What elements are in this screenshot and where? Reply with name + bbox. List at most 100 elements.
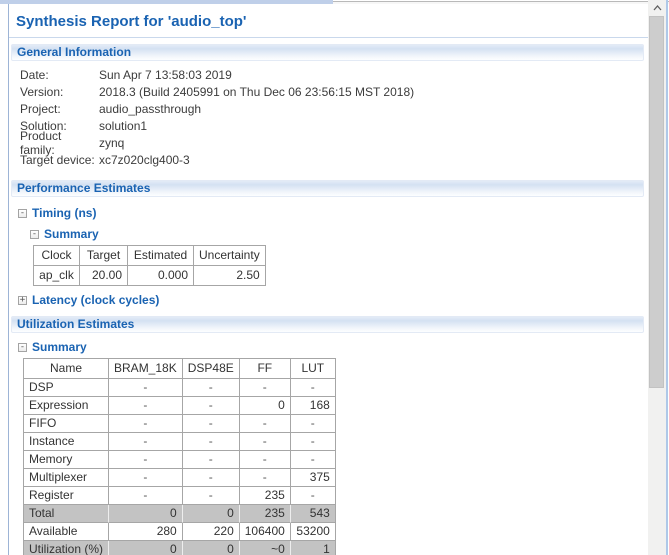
table-cell: 106400 <box>239 523 291 541</box>
table-cell: - <box>290 451 336 469</box>
table-cell: - <box>109 451 183 469</box>
table-cell: - <box>182 415 240 433</box>
collapse-icon[interactable]: - <box>18 208 27 218</box>
table-cell: - <box>182 433 240 451</box>
latency-tree-item[interactable]: + Latency (clock cycles) <box>18 293 648 307</box>
timing-tree-item[interactable]: - Timing (ns) <box>18 206 648 220</box>
table-row-register: Register - - 235 - <box>24 487 336 505</box>
section-header-performance-estimates: Performance Estimates <box>11 180 644 197</box>
table-cell: - <box>182 451 240 469</box>
table-row-multiplexer: Multiplexer - - - 375 <box>24 469 336 487</box>
table-row-memory: Memory - - - - <box>24 451 336 469</box>
table-cell: Multiplexer <box>24 469 110 487</box>
table-cell: - <box>182 469 240 487</box>
table-cell: Available <box>24 523 110 541</box>
table-cell: 0 <box>239 397 291 415</box>
expand-icon[interactable]: + <box>18 295 27 305</box>
section-header-utilization-estimates: Utilization Estimates <box>11 316 644 333</box>
table-row-fifo: FIFO - - - - <box>24 415 336 433</box>
column-header: Name <box>24 359 110 379</box>
table-cell: 235 <box>239 487 291 505</box>
field-label: Target device: <box>20 152 95 167</box>
table-cell: - <box>109 433 183 451</box>
scroll-up-button[interactable] <box>648 0 666 16</box>
timing-label: Timing (ns) <box>32 206 97 220</box>
table-row-utilization-pct: Utilization (%) 0 0 ~0 1 <box>24 541 336 555</box>
table-cell: 2.50 <box>194 266 266 286</box>
info-row-version: Version: 2018.3 (Build 2405991 on Thu De… <box>20 83 648 100</box>
section-header-general-information: General Information <box>11 44 644 61</box>
table-cell: 0 <box>109 541 183 555</box>
table-cell: - <box>182 397 240 415</box>
table-cell: DSP <box>24 379 110 397</box>
collapse-icon[interactable]: - <box>18 342 27 352</box>
table-cell: - <box>109 397 183 415</box>
timing-summary-tree-item[interactable]: - Summary <box>30 227 648 241</box>
page-title: Synthesis Report for 'audio_top' <box>16 13 247 30</box>
table-cell: - <box>290 415 336 433</box>
table-cell: 53200 <box>290 523 336 541</box>
table-row-dsp: DSP - - - - <box>24 379 336 397</box>
table-cell: Expression <box>24 397 110 415</box>
table-cell: - <box>109 379 183 397</box>
report-content: Synthesis Report for 'audio_top' General… <box>9 4 648 555</box>
scrollbar-thumb[interactable] <box>649 16 664 388</box>
table-cell: 375 <box>290 469 336 487</box>
table-cell: 1 <box>290 541 336 555</box>
table-cell: - <box>239 415 291 433</box>
table-row-total: Total 0 0 235 543 <box>24 505 336 523</box>
field-label: Version: <box>20 84 64 99</box>
table-cell: 0 <box>182 505 240 523</box>
field-label: Project: <box>20 101 61 116</box>
table-cell: 0 <box>109 505 183 523</box>
field-value: zynq <box>99 135 125 150</box>
vertical-scrollbar[interactable] <box>648 0 666 555</box>
table-row: ap_clk 20.00 0.000 2.50 <box>34 266 266 286</box>
panel-right-border <box>666 0 668 555</box>
table-cell: 543 <box>290 505 336 523</box>
title-separator <box>9 37 648 38</box>
table-cell: Register <box>24 487 110 505</box>
table-cell: - <box>109 469 183 487</box>
table-cell: FIFO <box>24 415 110 433</box>
table-cell: - <box>182 487 240 505</box>
field-value: xc7z020clg400-3 <box>99 152 190 167</box>
table-cell: 235 <box>239 505 291 523</box>
column-header: Target <box>80 246 128 266</box>
table-cell: Total <box>24 505 110 523</box>
column-header: Estimated <box>128 246 194 266</box>
table-cell: 20.00 <box>80 266 128 286</box>
utilization-summary-tree-item[interactable]: - Summary <box>18 340 648 354</box>
column-header: LUT <box>290 359 336 379</box>
column-header: FF <box>239 359 291 379</box>
table-cell: - <box>290 487 336 505</box>
field-value: audio_passthrough <box>99 101 202 116</box>
table-cell: - <box>239 379 291 397</box>
chevron-up-icon <box>653 5 661 11</box>
table-cell: - <box>182 379 240 397</box>
timing-summary-label: Summary <box>44 227 99 241</box>
latency-label: Latency (clock cycles) <box>32 293 160 307</box>
info-row-date: Date: Sun Apr 7 13:58:03 2019 <box>20 66 648 83</box>
column-header: Clock <box>34 246 80 266</box>
info-row-product-family: Product family: zynq <box>20 129 648 157</box>
table-cell: Utilization (%) <box>24 541 110 555</box>
column-header: Uncertainty <box>194 246 266 266</box>
table-cell: - <box>239 451 291 469</box>
table-row-instance: Instance - - - - <box>24 433 336 451</box>
table-cell: Instance <box>24 433 110 451</box>
field-label: Date: <box>20 67 49 82</box>
collapse-icon[interactable]: - <box>30 229 39 239</box>
table-cell: - <box>290 433 336 451</box>
field-value: solution1 <box>99 118 148 133</box>
table-header-row: Clock Target Estimated Uncertainty <box>34 246 266 266</box>
table-row-expression: Expression - - 0 168 <box>24 397 336 415</box>
table-cell: 220 <box>182 523 240 541</box>
table-header-row: Name BRAM_18K DSP48E FF LUT <box>24 359 336 379</box>
table-cell: Memory <box>24 451 110 469</box>
table-cell: 280 <box>109 523 183 541</box>
general-information-fields: Date: Sun Apr 7 13:58:03 2019 Version: 2… <box>20 66 648 168</box>
info-row-solution: Solution: solution1 <box>20 117 648 134</box>
info-row-target-device: Target device: xc7z020clg400-3 <box>20 151 648 168</box>
table-cell: 0.000 <box>128 266 194 286</box>
